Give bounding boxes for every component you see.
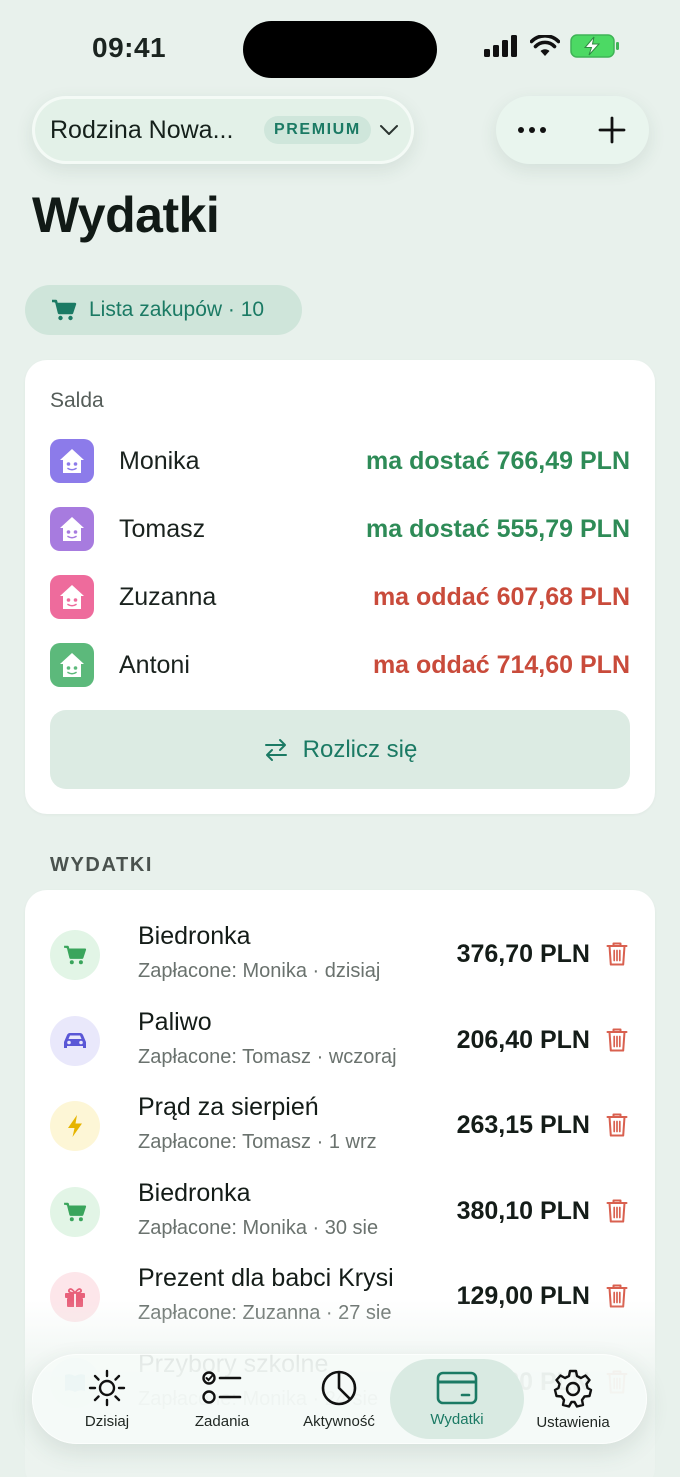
expense-subtitle: Zapłacone: Tomasz · 1 wrz: [138, 1131, 377, 1154]
balance-row[interactable]: Antoni ma oddać 714,60 PLN: [50, 642, 630, 688]
trash-icon[interactable]: [606, 1112, 628, 1138]
status-bar: 09:41: [0, 0, 680, 100]
tab-label: Ustawienia: [536, 1413, 610, 1431]
cart-icon: [64, 1202, 87, 1222]
expenses-section-header: WYDATKI: [50, 854, 154, 876]
balance-amount: ma oddać 714,60 PLN: [372, 650, 630, 679]
tab-expenses[interactable]: Wydatki: [390, 1359, 524, 1439]
expense-category-badge: [50, 1186, 100, 1237]
cellular-signal-icon: [484, 35, 517, 57]
expense-subtitle: Zapłacone: Monika · 30 sie: [138, 1216, 379, 1239]
checklist-icon: [202, 1370, 242, 1404]
tab-settings[interactable]: Ustawienia: [514, 1354, 632, 1444]
expense-title: Biedronka: [138, 922, 251, 950]
tab-label: Dzisiaj: [84, 1412, 130, 1430]
expense-amount: 380,10 PLN: [456, 1196, 590, 1225]
chevron-down-icon: [379, 125, 398, 135]
card-icon: [436, 1371, 478, 1404]
tab-today[interactable]: Dzisiaj: [48, 1354, 166, 1444]
settle-up-label: Rozlicz się: [302, 735, 418, 763]
balance-row[interactable]: Zuzanna ma oddać 607,68 PLN: [50, 574, 630, 620]
plus-icon: [598, 116, 626, 144]
expense-category-badge: [50, 1015, 100, 1066]
balance-amount: ma oddać 607,68 PLN: [372, 582, 630, 611]
trash-icon[interactable]: [606, 1283, 628, 1309]
tab-bar: Dzisiaj Zadania Aktywność Wydatki Ustawi…: [32, 1354, 647, 1444]
trash-icon[interactable]: [606, 1027, 628, 1053]
expense-category-badge: [50, 1101, 100, 1152]
cart-icon: [52, 299, 77, 321]
expense-title: Prąd za sierpień: [138, 1093, 319, 1122]
expense-title: Biedronka: [138, 1178, 251, 1207]
car-icon: [64, 1032, 86, 1048]
expense-title: Paliwo: [138, 1007, 212, 1036]
expense-amount: 129,00 PLN: [456, 1282, 590, 1311]
shopping-list-label: Lista zakupów · 10: [89, 298, 265, 321]
bolt-icon: [68, 1115, 82, 1138]
trash-icon[interactable]: [606, 941, 628, 967]
settle-up-button[interactable]: Rozlicz się: [50, 710, 630, 789]
tab-label: Zadania: [194, 1412, 250, 1430]
cart-icon: [64, 945, 87, 965]
balances-label: Salda: [50, 389, 104, 412]
gear-icon: [553, 1369, 593, 1408]
balance-row[interactable]: Tomasz ma dostać 555,79 PLN: [50, 506, 630, 552]
house-avatar-icon: [60, 585, 84, 609]
avatar: [50, 575, 94, 619]
house-avatar-icon: [60, 449, 84, 473]
balance-row[interactable]: Monika ma dostać 766,49 PLN: [50, 438, 630, 484]
member-name: Monika: [119, 446, 200, 475]
expense-row[interactable]: Prąd za sierpień Zapłacone: Tomasz · 1 w…: [50, 1081, 630, 1167]
expense-amount: 263,15 PLN: [456, 1111, 590, 1140]
pie-chart-icon: [321, 1370, 357, 1405]
dynamic-island: [243, 21, 437, 78]
wifi-icon: [530, 35, 560, 56]
balance-amount: ma dostać 555,79 PLN: [365, 514, 630, 543]
status-time: 09:41: [92, 32, 167, 63]
sun-icon: [88, 1369, 126, 1406]
swap-arrows-icon: [264, 738, 287, 761]
status-icons: [484, 34, 620, 58]
member-name: Zuzanna: [119, 582, 217, 611]
shopping-list-chip[interactable]: Lista zakupów · 10: [25, 285, 302, 335]
family-name: Rodzina Nowa...: [50, 115, 234, 144]
trash-icon[interactable]: [606, 1198, 628, 1224]
member-name: Antoni: [119, 650, 190, 679]
header-actions: [496, 96, 649, 164]
expense-subtitle: Zapłacone: Monika · dzisiaj: [138, 960, 381, 982]
house-avatar-icon: [60, 653, 84, 677]
expense-row[interactable]: Prezent dla babci Krysi Zapłacone: Zuzan…: [50, 1252, 630, 1338]
avatar: [50, 507, 94, 551]
add-button[interactable]: [576, 96, 648, 164]
expense-category-badge: [50, 930, 100, 980]
battery-charging-icon: [570, 34, 619, 58]
member-name: Tomasz: [119, 514, 206, 543]
balances-card: Salda Monika ma dostać 766,49 PLN Tomasz…: [25, 360, 655, 814]
expense-subtitle: Zapłacone: Tomasz · wczoraj: [138, 1045, 397, 1068]
expense-title: Prezent dla babci Krysi: [138, 1264, 394, 1293]
expense-row[interactable]: Paliwo Zapłacone: Tomasz · wczoraj 206,4…: [50, 996, 630, 1082]
page-title: Wydatki: [32, 187, 220, 243]
expense-row[interactable]: Biedronka Zapłacone: Monika · 30 sie 380…: [50, 1167, 630, 1253]
family-selector[interactable]: Rodzina Nowa... PREMIUM: [32, 96, 414, 164]
avatar: [50, 643, 94, 687]
expense-subtitle: Zapłacone: Zuzanna · 27 sie: [138, 1302, 392, 1325]
more-icon: [518, 127, 546, 133]
premium-badge: PREMIUM: [264, 116, 371, 144]
house-avatar-icon: [60, 517, 84, 541]
more-button[interactable]: [496, 96, 568, 164]
expense-amount: 206,40 PLN: [456, 1025, 590, 1054]
avatar: [50, 439, 94, 483]
tab-tasks[interactable]: Zadania: [163, 1354, 281, 1444]
balance-amount: ma dostać 766,49 PLN: [365, 446, 630, 475]
gift-icon: [65, 1288, 85, 1308]
expense-amount: 376,70 PLN: [456, 940, 590, 968]
tab-label: Wydatki: [430, 1410, 484, 1428]
expense-category-badge: [50, 1272, 100, 1323]
expense-row[interactable]: Biedronka Zapłacone: Monika · dzisiaj 37…: [50, 910, 630, 996]
tab-activity[interactable]: Aktywność: [280, 1354, 398, 1444]
tab-label: Aktywność: [303, 1412, 375, 1430]
